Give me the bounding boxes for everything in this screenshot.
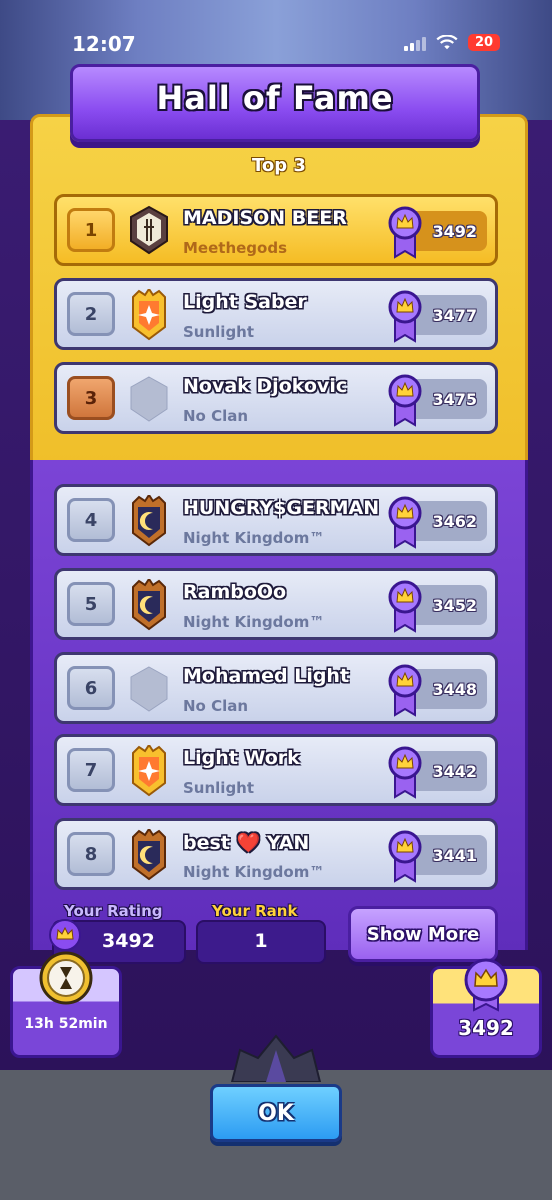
crown-icon	[49, 919, 81, 951]
rank-number: 4	[67, 498, 115, 542]
leaderboard-row[interactable]: 5 RamboOo Night Kingdom™ 3452	[54, 568, 498, 640]
no-clan-badge-icon	[130, 376, 168, 422]
sun-badge-icon	[132, 745, 166, 797]
player-name: best ❤️ YAN	[183, 832, 310, 854]
crown-medal-icon	[388, 664, 422, 717]
rank-number: 8	[67, 832, 115, 876]
clan-name: No Clan	[183, 407, 249, 425]
your-rank-label: Your Rank	[212, 902, 298, 920]
rank-number: 7	[67, 748, 115, 792]
battery-icon: 20	[468, 34, 500, 51]
season-timer-text: 13h 52min	[24, 1016, 108, 1032]
player-name: HUNGRY$GERMAN	[183, 497, 380, 519]
signal-icon	[404, 35, 426, 51]
top3-label: Top 3	[252, 155, 306, 176]
crown-medal-icon	[388, 290, 422, 343]
your-rank-value: 1	[254, 930, 268, 952]
rank-number: 3	[67, 376, 115, 420]
leaderboard-row[interactable]: 7 Light Work Sunlight 3442	[54, 734, 498, 806]
clan-name: Night Kingdom™	[183, 863, 325, 881]
player-name: RamboOo	[183, 581, 287, 603]
reward-score: 3492	[458, 1016, 514, 1040]
leaderboard-row[interactable]: 3 Novak Djokovic No Clan 3475	[54, 362, 498, 434]
rank-number: 5	[67, 582, 115, 626]
rank-number: 6	[67, 666, 115, 710]
player-name: Light Work	[183, 747, 300, 769]
moon-badge-icon	[132, 829, 166, 881]
no-clan-badge-icon	[130, 666, 168, 712]
clan-name: Meethegods	[183, 239, 288, 257]
status-time: 12:07	[72, 32, 136, 56]
show-more-button[interactable]: Show More	[348, 906, 498, 962]
leaderboard-row[interactable]: 2 Light Saber Sunlight 3477	[54, 278, 498, 350]
crown-medal-icon	[388, 746, 422, 799]
crown-medal-icon	[388, 374, 422, 427]
hourglass-icon	[39, 951, 93, 1005]
crown-medal-icon	[464, 958, 508, 1012]
leaderboard-row[interactable]: 1 MADISON BEER Meethegods 3492	[54, 194, 498, 266]
ok-button[interactable]: OK	[210, 1084, 342, 1142]
player-name: Light Saber	[183, 291, 307, 313]
crown-medal-icon	[388, 580, 422, 633]
leaderboard-row[interactable]: 4 HUNGRY$GERMAN Night Kingdom™ 3462	[54, 484, 498, 556]
player-name: Mohamed Light	[183, 665, 350, 687]
clan-name: Night Kingdom™	[183, 613, 325, 631]
crown-medal-icon	[388, 206, 422, 259]
player-name: Novak Djokovic	[183, 375, 348, 397]
clan-name: Sunlight	[183, 323, 255, 341]
arena-emblem-icon	[230, 1034, 322, 1082]
page-title: Hall of Fame	[156, 79, 394, 117]
title-banner: Hall of Fame	[70, 64, 480, 142]
rank-number: 1	[67, 208, 115, 252]
leaderboard-row[interactable]: 6 Mohamed Light No Clan 3448	[54, 652, 498, 724]
moon-badge-icon	[132, 495, 166, 547]
clan-name: No Clan	[183, 697, 249, 715]
clan-name: Night Kingdom™	[183, 529, 325, 547]
sun-badge-icon	[132, 289, 166, 341]
crown-medal-icon	[388, 496, 422, 549]
rank-number: 2	[67, 292, 115, 336]
crown-medal-icon	[388, 830, 422, 883]
leaderboard-row[interactable]: 8 best ❤️ YAN Night Kingdom™ 3441	[54, 818, 498, 890]
moon-badge-icon	[132, 579, 166, 631]
status-icons: 20	[404, 34, 500, 51]
clan-name: Sunlight	[183, 779, 255, 797]
player-name: MADISON BEER	[183, 207, 347, 229]
wifi-icon	[436, 34, 458, 49]
bamboo-badge-icon	[130, 205, 168, 255]
your-rating-value: 3492	[102, 930, 155, 952]
